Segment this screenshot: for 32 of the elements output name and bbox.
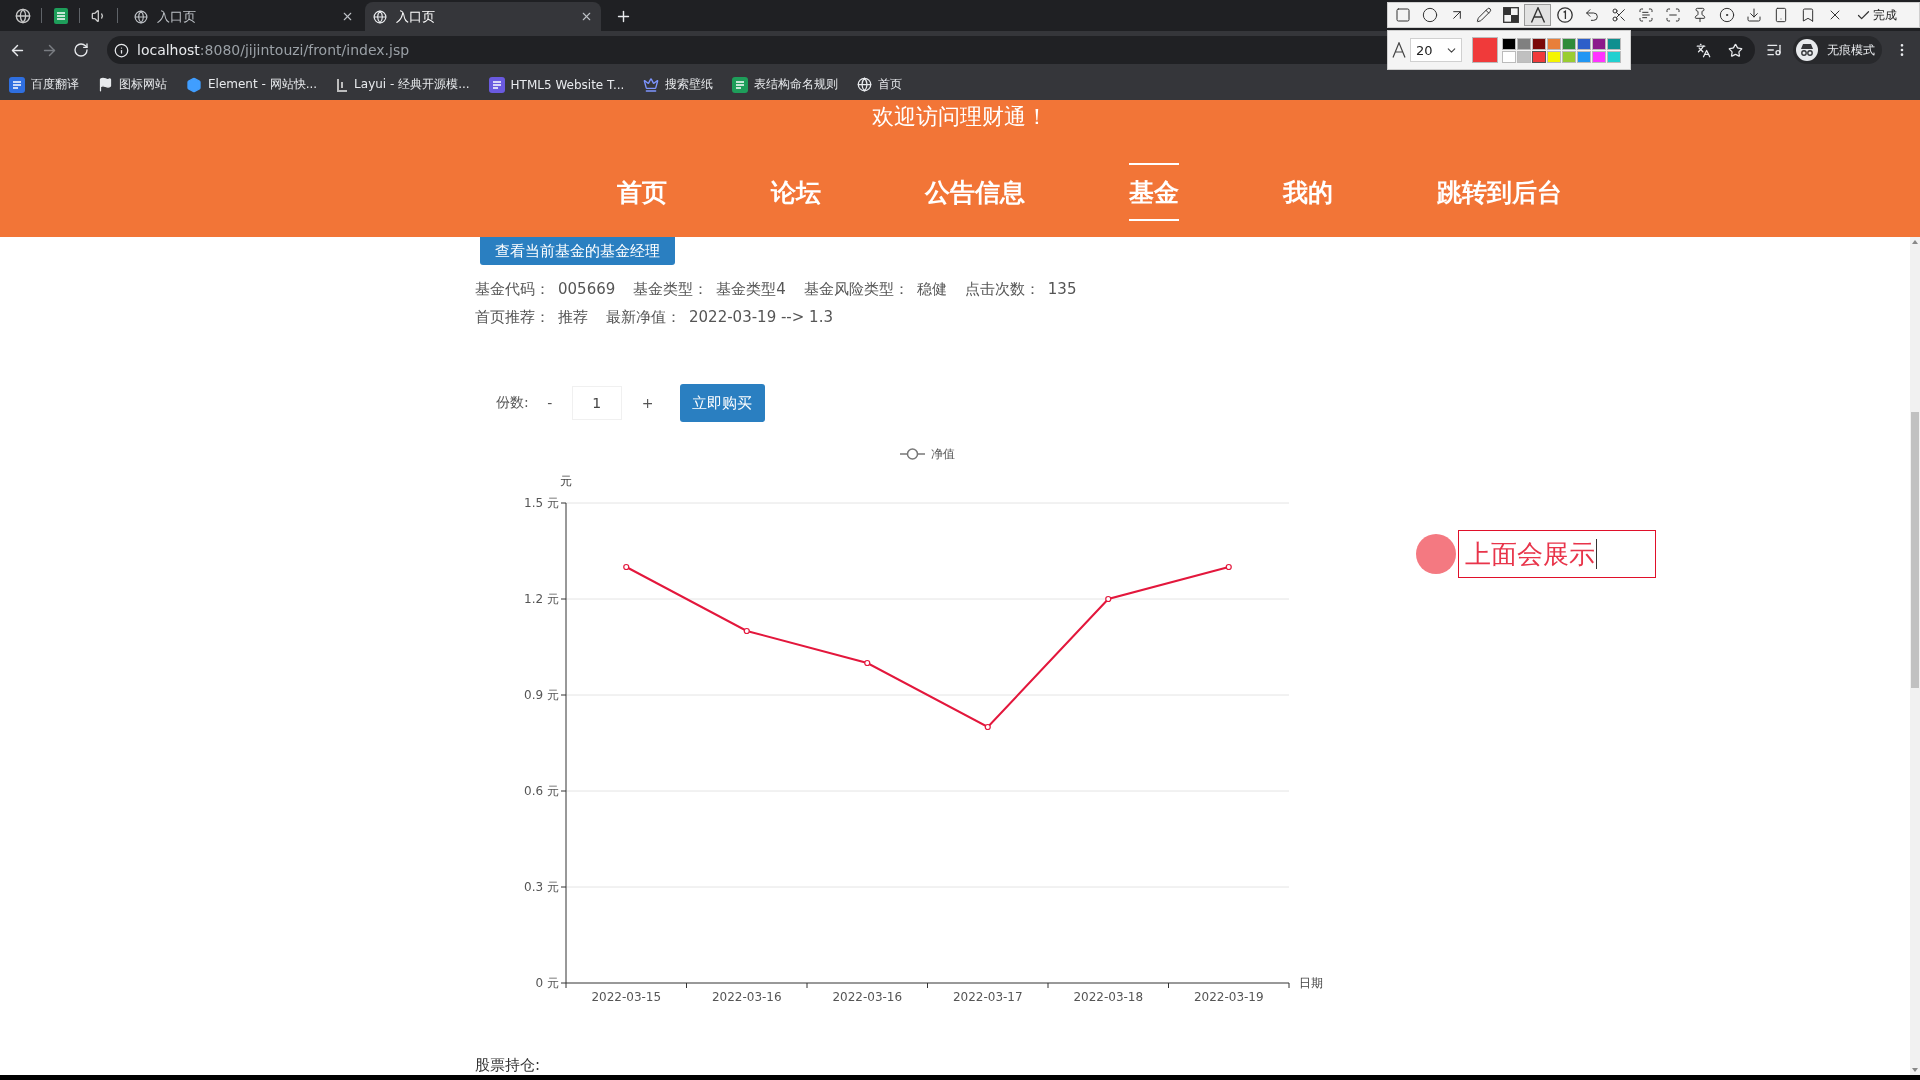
legend-label: 净值	[931, 447, 955, 461]
axis-tick-label: 2022-03-15	[591, 990, 662, 1004]
info-value: 135	[1047, 279, 1077, 299]
axis-tick-label: 0.3 元	[524, 880, 559, 894]
info-label: 基金代码：	[475, 279, 550, 299]
holdings-heading: 股票持仓:	[475, 1056, 541, 1074]
info-value: 基金类型4	[716, 279, 786, 299]
profile-label: 无痕模式	[1827, 41, 1875, 59]
axis-tick-label: 2022-03-18	[1073, 990, 1144, 1004]
axis-tick-label: 1.5 元	[524, 496, 559, 510]
info-value: 2022-03-19 --> 1.3	[689, 307, 833, 327]
axis-tick-label: 0.6 元	[524, 784, 559, 798]
url-text: localhost:8080/jijintouzi/front/index.jsp	[137, 42, 410, 58]
site-title: 欢迎访问理财通！	[872, 103, 1048, 131]
info-label: 基金风险类型：	[803, 279, 909, 299]
info-value: 推荐	[558, 307, 588, 327]
axis-tick-label: 1.2 元	[524, 592, 559, 606]
info-label: 最新净值：	[606, 307, 681, 327]
info-label: 首页推荐：	[475, 307, 550, 327]
info-label: 基金类型：	[633, 279, 709, 299]
y-axis-title: 元	[560, 474, 572, 488]
info-label: 点击次数：	[964, 279, 1040, 299]
axis-tick-label: 0.9 元	[524, 688, 559, 702]
axis-tick-label: 2022-03-16	[832, 990, 903, 1004]
info-value: 稳健	[916, 279, 947, 299]
axis-tick-label: 2022-03-19	[1193, 990, 1264, 1004]
info-value: 005669	[558, 279, 616, 299]
axis-tick-label: 2022-03-17	[952, 990, 1023, 1004]
axis-tick-label: 2022-03-16	[711, 990, 782, 1004]
quantity-label: 份数:	[496, 394, 529, 412]
x-axis-title: 日期	[1299, 976, 1323, 990]
axis-tick-label: 0 元	[535, 976, 559, 990]
